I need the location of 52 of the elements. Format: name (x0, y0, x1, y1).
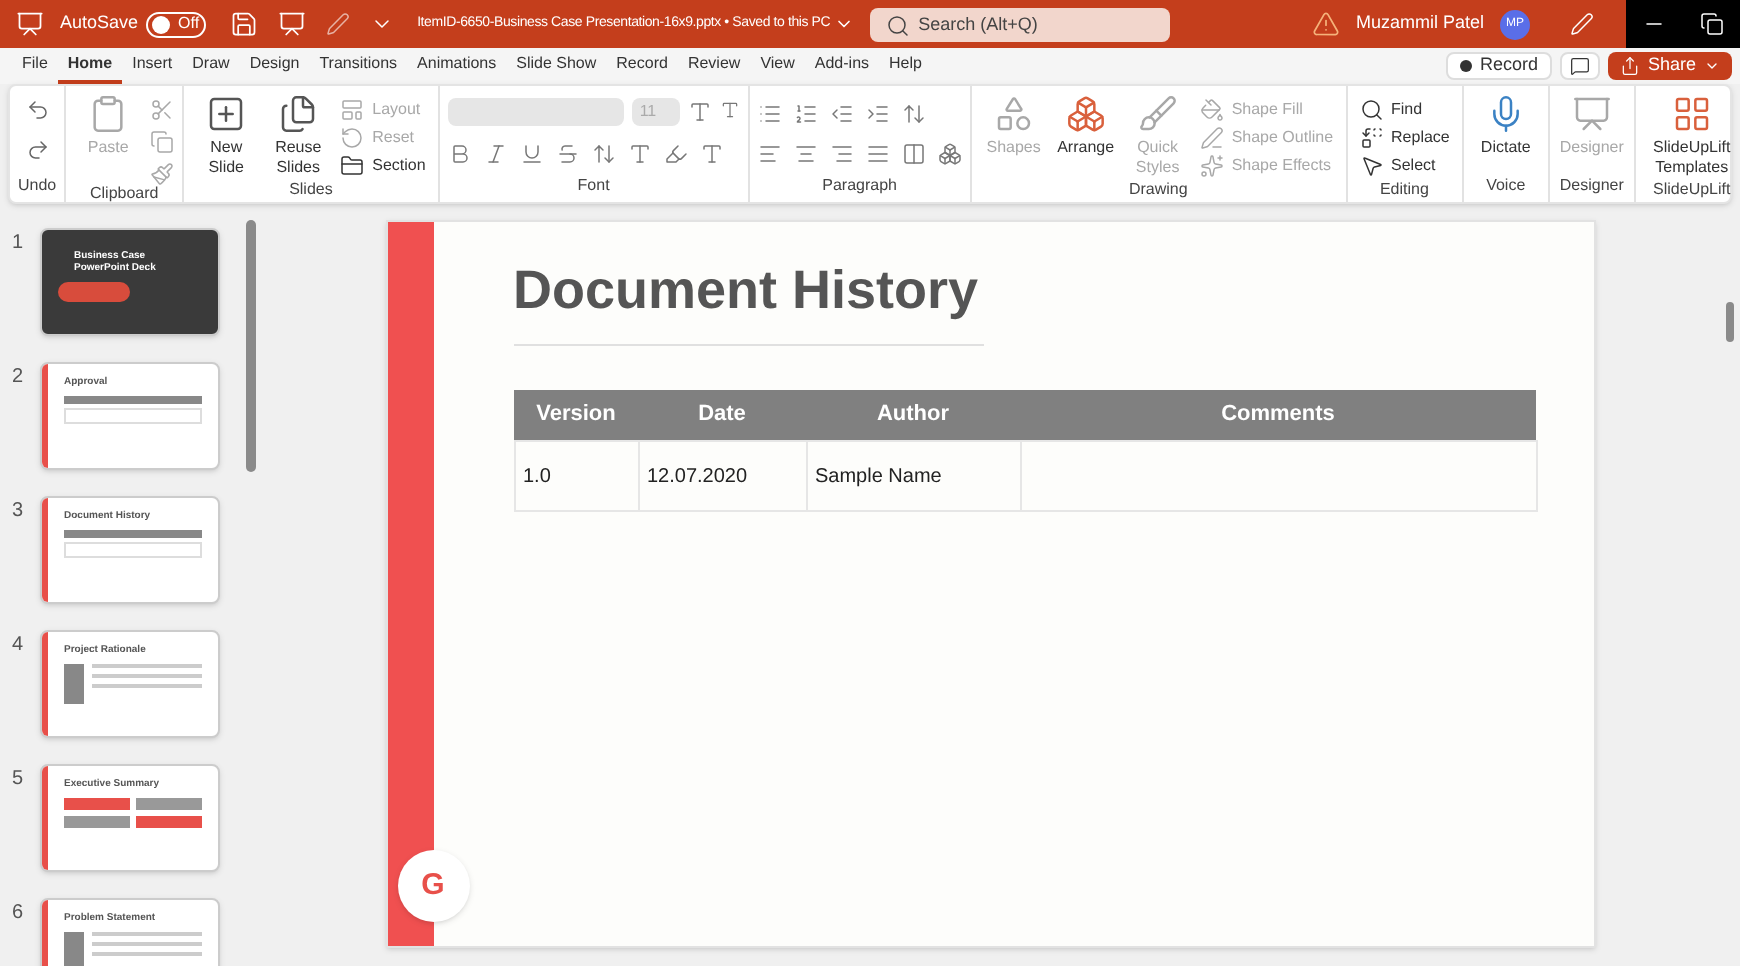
select-button[interactable]: Select (1355, 154, 1454, 178)
arrange-button[interactable]: Arrange (1051, 94, 1120, 178)
ribbon-tab[interactable]: Review (677, 48, 751, 84)
ribbon-tab[interactable]: Transitions (309, 48, 408, 84)
ribbon-tab[interactable]: Animations (407, 48, 507, 84)
group-label: Font (577, 174, 610, 198)
find-button[interactable]: Find (1355, 98, 1454, 122)
autosave-toggle[interactable]: Off (146, 11, 206, 37)
dictate-button[interactable]: Dictate (1471, 94, 1540, 158)
slideuplift-templates-button[interactable]: SlideUpLift Templates (1643, 94, 1740, 178)
group-label: Designer (1559, 174, 1624, 198)
autosave-label: AutoSave (60, 10, 139, 37)
column-header: Author (806, 389, 1020, 441)
slide-number: 1 (12, 230, 26, 258)
slide-number: 6 (12, 900, 26, 928)
replace-button[interactable]: Replace (1355, 126, 1454, 150)
slide-logo: G (397, 850, 469, 922)
slide-title: Document History (513, 250, 983, 345)
table-cell: 12.07.2020 (638, 441, 806, 511)
group-label: Voice (1486, 174, 1526, 198)
table-cell: 1.0 (514, 441, 638, 511)
column-header: Version (514, 389, 638, 441)
section-button[interactable]: Section (336, 154, 430, 178)
group-label: Drawing (1128, 178, 1188, 202)
column-header: Date (638, 389, 806, 441)
slide-number: 5 (12, 766, 26, 794)
ribbon-tab[interactable]: Insert (122, 48, 183, 84)
group-label: Paragraph (822, 174, 897, 198)
ribbon-tab[interactable]: Add-ins (804, 48, 880, 84)
slide-number: 4 (12, 632, 26, 660)
ribbon-tab[interactable]: Help (879, 48, 932, 84)
group-label: Editing (1379, 178, 1429, 202)
table-cell: Sample Name (806, 441, 1020, 511)
share-button[interactable]: Share (1607, 52, 1732, 80)
search-field[interactable]: Search (Alt+Q) (870, 7, 1171, 41)
group-label: Clipboard (90, 182, 159, 206)
user-name: Muzammil Patel (1355, 10, 1484, 37)
ribbon-tab[interactable]: Slide Show (506, 48, 607, 84)
new-slide-button[interactable]: New Slide (192, 94, 261, 178)
ribbon-tab[interactable]: Design (239, 48, 310, 84)
ribbon-tab[interactable]: Record (606, 48, 678, 84)
ribbon-tab[interactable]: Draw (182, 48, 240, 84)
slide-number: 2 (12, 364, 26, 392)
reuse-slides-button[interactable]: Reuse Slides (264, 94, 333, 178)
group-label: SlideUpLift (1653, 178, 1731, 202)
ribbon-tab[interactable]: File (12, 48, 58, 84)
record-button[interactable]: Record (1445, 52, 1552, 80)
column-header: Comments (1020, 389, 1536, 441)
slide-number: 3 (12, 498, 26, 526)
group-label: Undo (18, 174, 57, 198)
group-label: Slides (289, 178, 333, 202)
ribbon-tab[interactable]: View (750, 48, 805, 84)
